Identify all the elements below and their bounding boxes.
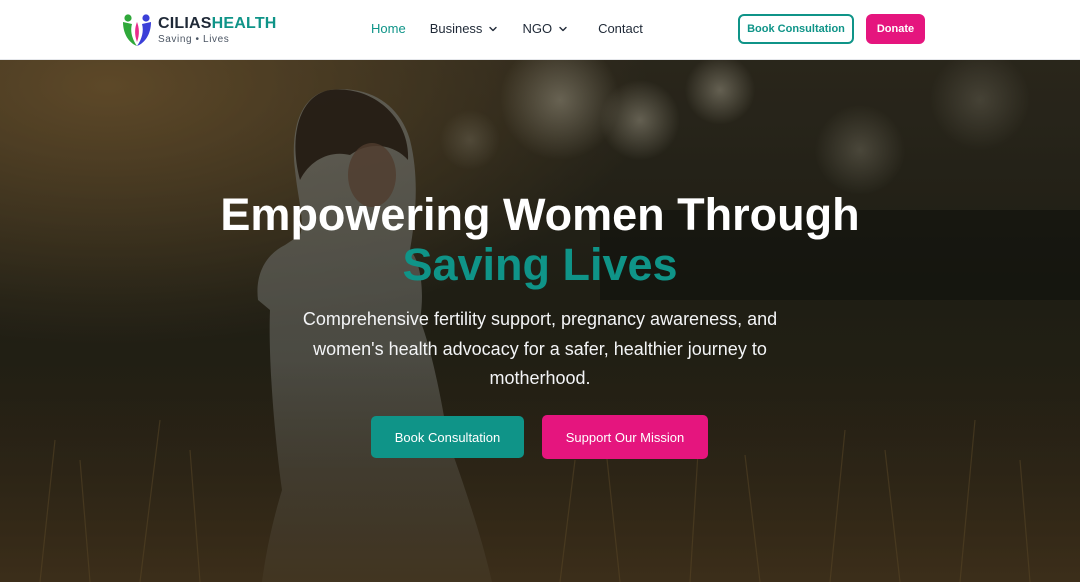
hero-support-mission-button[interactable]: Support Our Mission: [542, 415, 708, 459]
site-header: CILIASHEALTH Saving • Lives Home Busines…: [0, 0, 1080, 60]
hero-title-highlight: Saving Lives: [402, 239, 678, 290]
nav-business-dropdown[interactable]: Business: [430, 21, 499, 36]
hero-book-consultation-button[interactable]: Book Consultation: [371, 416, 524, 458]
hero-title: Empowering Women Through: [220, 189, 860, 240]
hero-subtitle: Comprehensive fertility support, pregnan…: [302, 309, 778, 388]
brand-name: CILIASHEALTH: [158, 14, 277, 32]
nav-home[interactable]: Home: [371, 21, 406, 36]
chevron-down-icon: [559, 26, 567, 31]
brand-tagline: Saving • Lives: [158, 33, 230, 45]
header-donate-button[interactable]: Donate: [866, 14, 925, 44]
logo-mark-icon: [120, 12, 154, 48]
main-nav: Home Business NGO Contact: [371, 21, 643, 36]
logo[interactable]: CILIASHEALTH Saving • Lives: [120, 12, 277, 48]
chevron-down-icon: [489, 26, 498, 31]
nav-contact[interactable]: Contact: [598, 21, 643, 36]
hero-section: Empowering Women Through Saving Lives Co…: [0, 60, 1080, 582]
nav-ngo-dropdown[interactable]: NGO: [522, 21, 568, 36]
header-book-consultation-button[interactable]: Book Consultation: [738, 14, 854, 44]
